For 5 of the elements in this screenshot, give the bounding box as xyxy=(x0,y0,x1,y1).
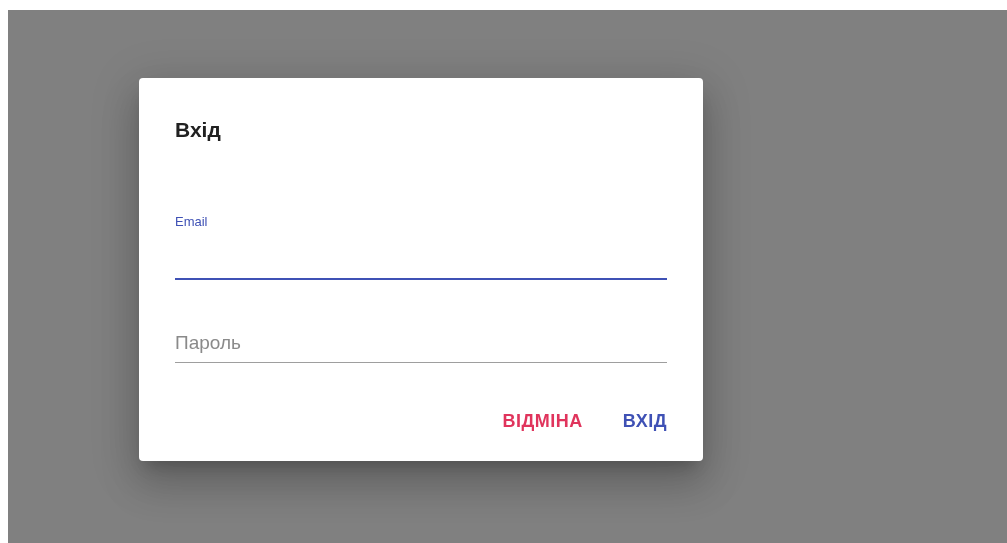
cancel-button[interactable]: ВІДМІНА xyxy=(494,400,591,442)
confirm-button[interactable]: ВХІД xyxy=(614,400,675,442)
input-field[interactable]: Пароль xyxy=(175,324,667,363)
dialog-title: Вхід xyxy=(175,117,221,143)
field-label: Email xyxy=(175,214,208,229)
